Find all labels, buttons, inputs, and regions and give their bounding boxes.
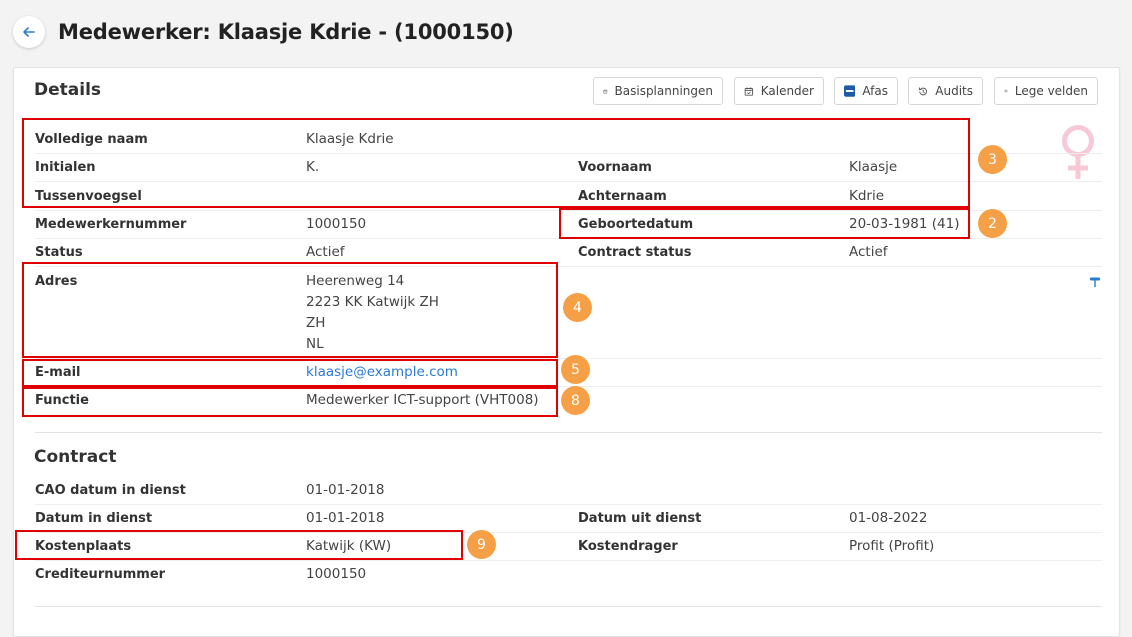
contract-title: Contract — [34, 447, 117, 467]
afas-logo-icon — [844, 85, 856, 97]
annotation-badge-3: 3 — [978, 145, 1007, 174]
datum-uit-dienst-value: 01-08-2022 — [849, 510, 928, 526]
kalender-button[interactable]: Kalender — [734, 77, 824, 105]
status-label: Status — [35, 245, 83, 260]
lege-velden-button[interactable]: Lege velden — [994, 77, 1098, 105]
audits-button[interactable]: Audits — [908, 77, 983, 105]
lege-velden-label: Lege velden — [1014, 84, 1088, 98]
datum-in-dienst-label: Datum in dienst — [35, 511, 153, 526]
contract-status-label: Contract status — [578, 245, 692, 260]
kostendrager-value: Profit (Profit) — [849, 538, 935, 554]
row-crediteurnummer: Crediteurnummer 1000150 — [35, 561, 1102, 589]
page-title: Medewerker: Klaasje Kdrie - (1000150) — [58, 20, 514, 44]
calendar-icon — [744, 86, 754, 96]
details-title: Details — [34, 80, 102, 100]
back-button[interactable] — [13, 16, 45, 48]
highlight-adres — [22, 262, 558, 358]
cao-datum-value: 01-01-2018 — [306, 482, 385, 498]
basisplanningen-button[interactable]: Basisplanningen — [593, 77, 723, 105]
datum-in-dienst-value: 01-01-2018 — [306, 510, 385, 526]
basisplanningen-label: Basisplanningen — [614, 84, 713, 98]
status-value: Actief — [306, 244, 345, 260]
datum-uit-dienst-label: Datum uit dienst — [578, 511, 702, 526]
annotation-badge-4: 4 — [563, 293, 592, 322]
annotation-badge-2: 2 — [978, 209, 1007, 238]
calendar-icon — [603, 89, 608, 93]
crediteurnummer-value: 1000150 — [306, 566, 367, 582]
medewerkernummer-label: Medewerkernummer — [35, 217, 187, 232]
cao-datum-label: CAO datum in dienst — [35, 483, 186, 498]
row-cao-datum: CAO datum in dienst 01-01-2018 — [35, 476, 1102, 505]
audits-label: Audits — [935, 84, 973, 98]
annotation-badge-5: 5 — [561, 355, 590, 384]
annotation-badge-8: 8 — [561, 386, 590, 415]
highlight-name-group — [22, 118, 970, 208]
history-icon — [919, 87, 927, 95]
contract-status-value: Actief — [849, 244, 888, 260]
highlight-functie — [22, 387, 558, 417]
highlight-email — [22, 359, 558, 387]
afas-label: Afas — [862, 84, 888, 98]
map-pin-icon[interactable] — [1089, 276, 1101, 288]
section-divider — [35, 432, 1102, 433]
kalender-label: Kalender — [760, 84, 814, 98]
highlight-kostenplaats — [15, 530, 463, 560]
kostendrager-label: Kostendrager — [578, 539, 678, 554]
annotation-badge-9: 9 — [467, 530, 496, 559]
crediteurnummer-label: Crediteurnummer — [35, 567, 166, 582]
arrow-left-icon — [23, 27, 35, 37]
eye-icon — [1004, 89, 1008, 93]
section-divider-bottom — [35, 606, 1102, 607]
highlight-geboortedatum — [559, 208, 970, 239]
row-datum-in-dienst: Datum in dienst 01-01-2018 Datum uit die… — [35, 505, 1102, 533]
afas-button[interactable]: Afas — [834, 77, 898, 105]
medewerkernummer-value: 1000150 — [306, 216, 367, 232]
